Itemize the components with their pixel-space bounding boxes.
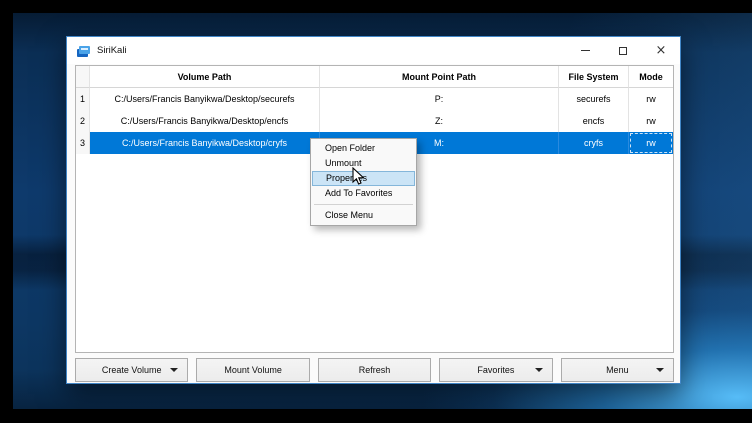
favorites-label: Favorites bbox=[477, 365, 514, 375]
row-number-cell: 1 bbox=[76, 88, 90, 110]
close-icon: × bbox=[656, 44, 667, 57]
mode-cell[interactable]: rw bbox=[629, 88, 673, 110]
caption-buttons: × bbox=[566, 37, 680, 64]
refresh-button[interactable]: Refresh bbox=[318, 358, 431, 382]
volume-path-cell[interactable]: C:/Users/Francis Banyikwa/Desktop/encfs bbox=[90, 110, 320, 132]
mount-volume-label: Mount Volume bbox=[224, 365, 282, 375]
mode-header[interactable]: Mode bbox=[629, 66, 673, 88]
file-system-cell[interactable]: securefs bbox=[559, 88, 629, 110]
bottom-button-row: Create Volume Mount Volume Refresh Favor… bbox=[75, 358, 674, 382]
volume-path-cell[interactable]: C:/Users/Francis Banyikwa/Desktop/secure… bbox=[90, 88, 320, 110]
mouse-cursor-icon bbox=[352, 167, 365, 191]
window-title: SiriKali bbox=[97, 45, 127, 56]
row-number-header bbox=[76, 66, 90, 88]
file-system-header[interactable]: File System bbox=[559, 66, 629, 88]
sirikali-app-icon bbox=[77, 45, 90, 57]
chevron-down-icon bbox=[656, 368, 664, 372]
table-row[interactable]: 1 C:/Users/Francis Banyikwa/Desktop/secu… bbox=[76, 88, 673, 110]
volume-path-header[interactable]: Volume Path bbox=[90, 66, 320, 88]
mode-cell[interactable]: rw bbox=[629, 132, 673, 154]
row-number-cell: 3 bbox=[76, 132, 90, 154]
mount-point-cell[interactable]: Z: bbox=[320, 110, 559, 132]
minimize-icon bbox=[581, 50, 590, 51]
file-system-cell[interactable]: encfs bbox=[559, 110, 629, 132]
mode-cell[interactable]: rw bbox=[629, 110, 673, 132]
create-volume-button[interactable]: Create Volume bbox=[75, 358, 188, 382]
menu-item-close-menu[interactable]: Close Menu bbox=[312, 208, 415, 223]
file-system-cell[interactable]: cryfs bbox=[559, 132, 629, 154]
minimize-button[interactable] bbox=[566, 37, 604, 64]
screenshot-root: { "window": { "title": "SiriKali", "clos… bbox=[0, 0, 752, 423]
chevron-down-icon bbox=[170, 368, 178, 372]
menu-button[interactable]: Menu bbox=[561, 358, 674, 382]
menu-label: Menu bbox=[606, 365, 629, 375]
row-number-cell: 2 bbox=[76, 110, 90, 132]
mount-point-header[interactable]: Mount Point Path bbox=[320, 66, 559, 88]
volume-path-cell[interactable]: C:/Users/Francis Banyikwa/Desktop/cryfs bbox=[90, 132, 320, 154]
mount-volume-button[interactable]: Mount Volume bbox=[196, 358, 309, 382]
maximize-icon bbox=[619, 47, 627, 55]
close-button[interactable]: × bbox=[642, 37, 680, 64]
favorites-button[interactable]: Favorites bbox=[439, 358, 552, 382]
menu-item-open-folder[interactable]: Open Folder bbox=[312, 141, 415, 156]
table-header-row: Volume Path Mount Point Path File System… bbox=[76, 66, 673, 88]
create-volume-label: Create Volume bbox=[102, 365, 162, 375]
table-row[interactable]: 2 C:/Users/Francis Banyikwa/Desktop/encf… bbox=[76, 110, 673, 132]
maximize-button[interactable] bbox=[604, 37, 642, 64]
chevron-down-icon bbox=[535, 368, 543, 372]
titlebar[interactable]: SiriKali × bbox=[67, 37, 680, 64]
menu-separator bbox=[314, 204, 413, 205]
refresh-label: Refresh bbox=[359, 365, 391, 375]
mount-point-cell[interactable]: P: bbox=[320, 88, 559, 110]
